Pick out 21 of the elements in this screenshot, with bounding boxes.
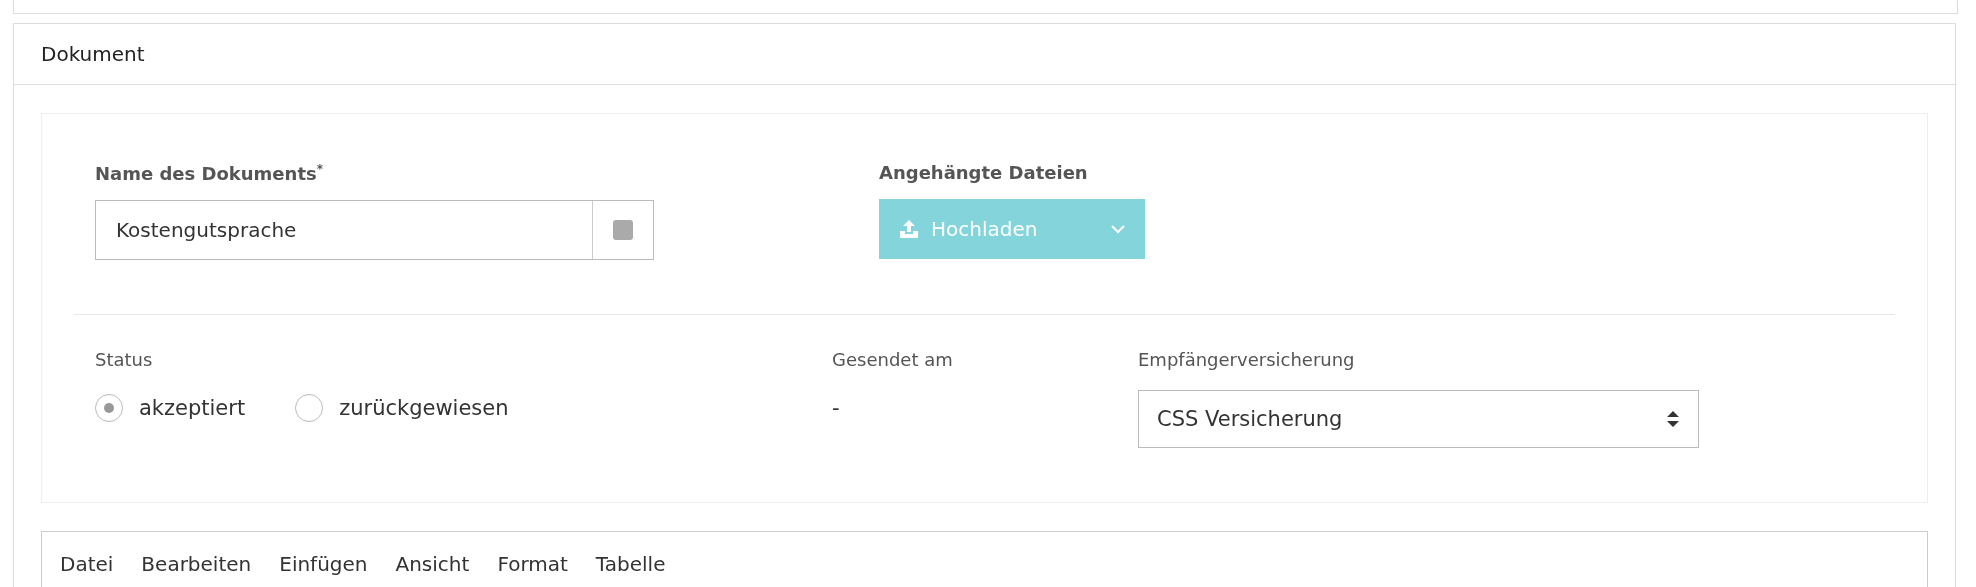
- menu-item[interactable]: Format: [497, 552, 568, 576]
- name-input-field[interactable]: Kostengutsprache: [95, 200, 654, 260]
- square-icon: [613, 220, 633, 240]
- menu-item[interactable]: Tabelle: [595, 552, 666, 576]
- sent-date: -: [832, 396, 840, 420]
- upload-icon: [899, 219, 919, 239]
- menu-item[interactable]: Ansicht: [395, 552, 470, 576]
- radio-option[interactable]: zurückgewiesen: [295, 394, 509, 422]
- field-label: Gesendet am: [832, 349, 953, 370]
- panel-title: Dokument: [41, 42, 145, 66]
- field-label: Name des Dokuments$^{*}$: [95, 162, 323, 184]
- insurance-select[interactable]: CSS Versicherung: [1138, 390, 1699, 448]
- caret-icon: [1111, 224, 1125, 234]
- field-label: Empfängerversicherung: [1138, 349, 1355, 370]
- menu-item[interactable]: Einfügen: [279, 552, 368, 576]
- sort-arrows-icon: [1666, 410, 1680, 428]
- menu-item[interactable]: Datei: [60, 552, 114, 576]
- field-label: Angehängte Dateien: [879, 162, 1088, 183]
- radio-option[interactable]: akzeptiert: [95, 394, 246, 422]
- field-label: Status: [95, 349, 153, 370]
- menu-item[interactable]: Bearbeiten: [141, 552, 252, 576]
